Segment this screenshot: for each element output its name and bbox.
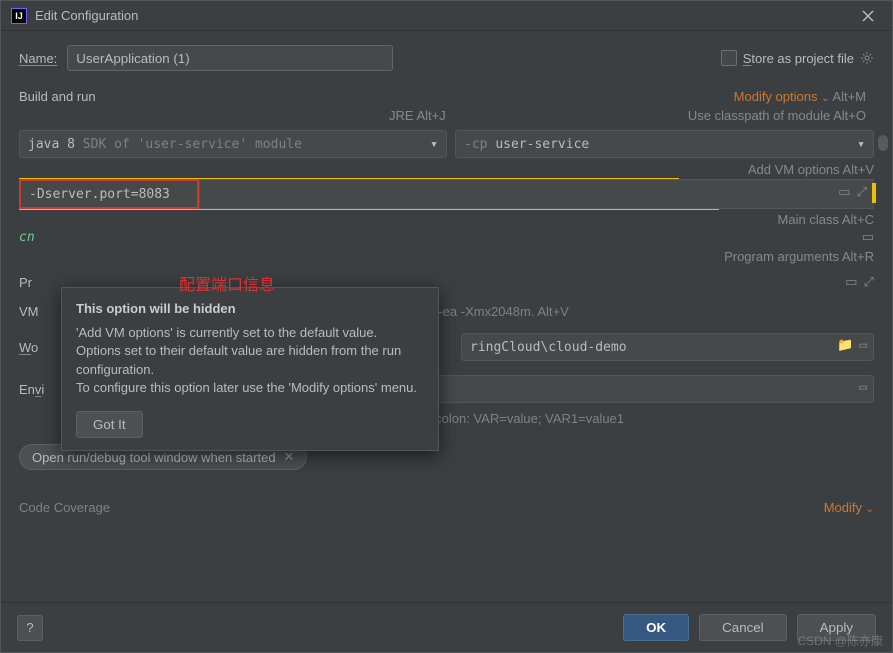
- classpath-hint: Use classpath of module Alt+O: [688, 108, 866, 123]
- tooltip-body: 'Add VM options' is currently set to the…: [76, 324, 424, 397]
- name-input[interactable]: [67, 45, 393, 71]
- expand-icon[interactable]: ⤢: [864, 274, 874, 290]
- pr-label: Pr: [19, 275, 61, 290]
- watermark: CSDN @陈亦康: [797, 632, 883, 649]
- history-icon[interactable]: ▭: [859, 338, 867, 353]
- add-vm-options-hint: Add VM options Alt+V: [19, 162, 874, 177]
- history-icon[interactable]: ▭: [859, 380, 867, 395]
- jre-hint: JRE Alt+J: [389, 108, 446, 123]
- main-class-hint: Main class Alt+C: [19, 212, 874, 227]
- modify-options-link[interactable]: Modify options ⌄: [734, 89, 830, 104]
- vm-options-input[interactable]: -Dserver.port=8083: [19, 179, 199, 209]
- modify-options-shortcut: Alt+M: [832, 89, 866, 104]
- red-annotation-text: 配置端口信息: [179, 271, 275, 295]
- ok-button[interactable]: OK: [623, 614, 689, 641]
- help-button[interactable]: ?: [17, 615, 43, 641]
- remove-tag-button[interactable]: ✕: [284, 449, 295, 465]
- coverage-modify-link[interactable]: Modify ⌄: [824, 500, 874, 515]
- edit-configuration-dialog: IJ Edit Configuration Name: SStore as pr…: [0, 0, 893, 653]
- content-area: Name: SStore as project filetore as proj…: [1, 31, 892, 602]
- history-icon[interactable]: ▭: [845, 274, 857, 290]
- name-label: Name:: [19, 51, 57, 66]
- intellij-icon: IJ: [11, 8, 27, 24]
- expand-icon[interactable]: ⤢: [857, 184, 867, 200]
- vm-options-value: -Dserver.port=8083: [29, 187, 170, 202]
- store-as-project-file-checkbox[interactable]: [721, 50, 737, 66]
- gear-icon[interactable]: [860, 51, 874, 65]
- working-directory-input[interactable]: ringCloud\cloud-demo 📁 ▭: [461, 333, 874, 361]
- got-it-button[interactable]: Got It: [76, 411, 143, 438]
- store-as-project-file-label: SStore as project filetore as project fi…: [743, 51, 854, 66]
- tooltip-title: This option will be hidden: [76, 300, 424, 318]
- scrollbar-thumb[interactable]: [878, 135, 888, 151]
- history-icon[interactable]: ▭: [838, 184, 850, 200]
- close-icon: [861, 9, 875, 23]
- close-button[interactable]: [854, 2, 882, 30]
- jre-dropdown[interactable]: java 8 SDK of 'user-service' module ▾: [19, 130, 447, 158]
- titlebar: IJ Edit Configuration: [1, 1, 892, 31]
- cn-label: cn: [19, 230, 61, 245]
- chevron-down-icon: ▾: [430, 137, 438, 152]
- cancel-button[interactable]: Cancel: [699, 614, 787, 641]
- env-label: Envi: [19, 382, 61, 397]
- folder-icon[interactable]: 📁: [837, 338, 853, 353]
- tag-label: Open run/debug tool window when started: [32, 450, 276, 465]
- code-coverage-label: Code Coverage: [19, 500, 110, 515]
- hidden-option-tooltip: This option will be hidden 'Add VM optio…: [61, 287, 439, 451]
- chevron-down-icon: ▾: [857, 137, 865, 152]
- program-args-hint: Program arguments Alt+R: [19, 249, 874, 264]
- classpath-dropdown[interactable]: -cp user-service ▾: [455, 130, 874, 158]
- working-dir-label: Wo: [19, 340, 61, 355]
- dialog-title: Edit Configuration: [35, 8, 854, 23]
- dialog-footer: ? OK Cancel Apply: [1, 602, 892, 652]
- history-icon[interactable]: ▭: [862, 229, 874, 245]
- vm-label: VM: [19, 304, 61, 319]
